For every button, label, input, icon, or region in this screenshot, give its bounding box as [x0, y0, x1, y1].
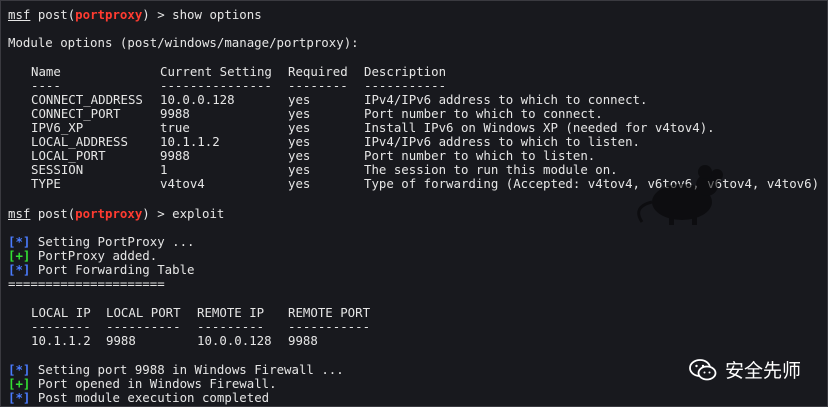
cell-local-ip: 10.1.1.2	[31, 333, 91, 348]
cell-description: -----------	[364, 78, 447, 93]
cell-name: LOCAL_PORT	[31, 148, 106, 163]
status-text: PortProxy added.	[37, 248, 158, 263]
cell-required: yes	[288, 176, 311, 191]
cell-remote-ip: REMOTE IP	[197, 305, 265, 320]
table-header: Name Current Setting Required Description	[1, 64, 827, 79]
cell-current: v4tov4	[160, 176, 205, 191]
cell-description: Port number to which to listen.	[364, 148, 596, 163]
status-line: [*] Setting port 9988 in Windows Firewal…	[8, 363, 344, 377]
kali-mouse-icon	[637, 165, 723, 225]
info-marker: [*]	[8, 262, 31, 277]
table-header: LOCAL IP LOCAL PORT REMOTE IP REMOTE PORT	[1, 305, 827, 320]
command-text: exploit	[172, 206, 225, 221]
status-line: [+] PortProxy added.	[8, 249, 157, 263]
wechat-icon	[689, 358, 717, 380]
separator-line: =====================	[8, 276, 165, 291]
cell-required: yes	[288, 106, 311, 121]
cell-description: Port number to which to connect.	[364, 106, 603, 121]
cell-current: Current Setting	[160, 64, 272, 79]
cell-name: ----	[31, 78, 61, 93]
cell-current: 9988	[160, 106, 190, 121]
cell-name: IPV6_XP	[31, 120, 84, 135]
cell-current: 10.0.0.128	[160, 92, 235, 107]
prompt-module: portproxy	[75, 206, 143, 221]
cell-remote-ip: ---------	[197, 319, 265, 334]
watermark: 安全先师	[689, 356, 801, 383]
cell-required: yes	[288, 134, 311, 149]
cell-remote-port: 9988	[288, 333, 318, 348]
prompt-user: msf	[8, 206, 31, 221]
status-text: Setting port 9988 in Windows Firewall ..…	[37, 362, 344, 377]
cell-local-port: 9988	[106, 333, 136, 348]
table-header-underline: --------------------------------------	[1, 319, 827, 334]
cell-description: IPv4/IPv6 address to which to connect.	[364, 92, 648, 107]
cell-current: 9988	[160, 148, 190, 163]
cell-name: TYPE	[31, 176, 61, 191]
cell-local-ip: --------	[31, 319, 91, 334]
cell-required: yes	[288, 92, 311, 107]
status-text: Port Forwarding Table	[37, 262, 195, 277]
command-text: show options	[172, 7, 262, 22]
cell-current: true	[160, 120, 190, 135]
success-marker: [+]	[8, 248, 31, 263]
status-line: [+] Port opened in Windows Firewall.	[8, 377, 277, 391]
cell-required: yes	[288, 148, 311, 163]
cell-description: Description	[364, 64, 447, 79]
cell-required: yes	[288, 162, 311, 177]
table-row: CONNECT_PORT 9988 yes Port number to which …	[1, 106, 827, 121]
table-row: CONNECT_ADDRESS 10.0.0.128 yes IPv4/IPv6 ad…	[1, 92, 827, 107]
table-row: IPV6_XP true yes Install IPv6 on Windows XP…	[1, 120, 827, 135]
cell-current: 10.1.1.2	[160, 134, 220, 149]
status-line: [*] Port Forwarding Table	[8, 263, 195, 277]
cell-description: The session to run this module on.	[364, 162, 618, 177]
cell-local-ip: LOCAL IP	[31, 305, 91, 320]
prompt-user: msf	[8, 7, 31, 22]
success-marker: [+]	[8, 376, 31, 391]
info-marker: [*]	[8, 390, 31, 405]
cell-current: 1	[160, 162, 168, 177]
cell-remote-ip: 10.0.0.128	[197, 333, 272, 348]
terminal-window[interactable]: msf post(portproxy) > show options Modul…	[0, 0, 828, 407]
cell-local-port: LOCAL PORT	[106, 305, 181, 320]
prompt-module: portproxy	[75, 7, 143, 22]
table-header-underline: --------------------------------------	[1, 78, 827, 93]
table-row: 10.1.1.2 9988 10.0.0.128 9988	[1, 333, 827, 348]
cell-current: ---------------	[160, 78, 272, 93]
cell-remote-port: REMOTE PORT	[288, 305, 371, 320]
cell-name: LOCAL_ADDRESS	[31, 134, 128, 149]
table-row: LOCAL_ADDRESS 10.1.1.2 yes IPv4/IPv6 addres…	[1, 134, 827, 149]
status-text: Port opened in Windows Firewall.	[37, 376, 277, 391]
cell-name: Name	[31, 64, 61, 79]
info-marker: [*]	[8, 362, 31, 377]
cell-description: Type of forwarding (Accepted: v4tov4, v6…	[364, 176, 820, 191]
cell-name: SESSION	[31, 162, 84, 177]
status-line: [*] Post module execution completed	[8, 391, 269, 405]
status-text: Post module execution completed	[37, 390, 270, 405]
cell-description: IPv4/IPv6 address to which to listen.	[364, 134, 641, 149]
prompt-line-exploit: msf post(portproxy) > exploit	[8, 206, 225, 221]
status-text: Setting PortProxy ...	[37, 234, 195, 249]
watermark-text: 安全先师	[724, 360, 801, 382]
status-line: [*] Setting PortProxy ...	[8, 235, 195, 249]
cell-name: CONNECT_ADDRESS	[31, 92, 143, 107]
cell-name: CONNECT_PORT	[31, 106, 121, 121]
module-options-header: Module options (post/windows/manage/port…	[8, 35, 359, 50]
cell-local-port: ----------	[106, 319, 181, 334]
cell-required: Required	[288, 64, 348, 79]
cell-required: yes	[288, 120, 311, 135]
cell-remote-port: -----------	[288, 319, 371, 334]
cell-description: Install IPv6 on Windows XP (needed for v…	[364, 120, 715, 135]
info-marker: [*]	[8, 234, 31, 249]
prompt-line-show-options: msf post(portproxy) > show options	[8, 7, 262, 22]
cell-required: --------	[288, 78, 348, 93]
